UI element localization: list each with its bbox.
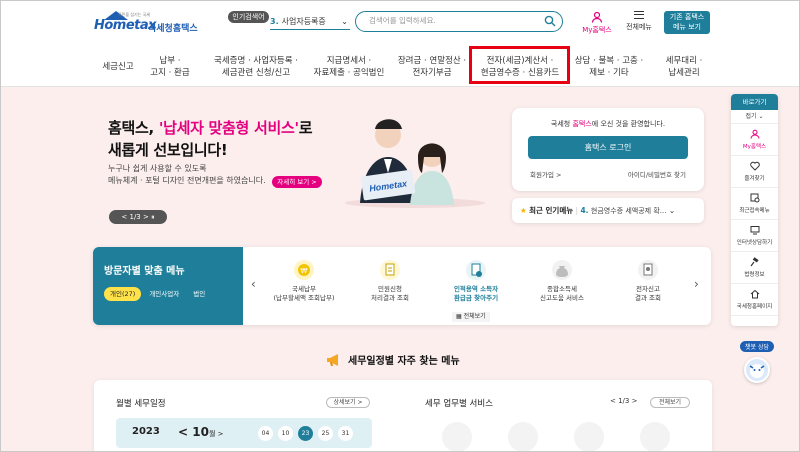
gnb-item-tax-agent[interactable]: 세무대리 · 납세관리: [656, 46, 712, 87]
calendar-day[interactable]: 10: [278, 426, 293, 441]
gnb-item-consult[interactable]: 상담 · 불복 · 고충 · 제보 · 기타: [570, 46, 648, 87]
view-all-button[interactable]: ▦ 전체보기: [452, 312, 490, 322]
popular-menu-bar[interactable]: ★ 최근 인기메뉴 | 4. 현금영수증 세액공제 확... ⌄: [512, 198, 704, 223]
hometax-logo[interactable]: 국민을 섬기는 국세 Hometax 국세청홈택스: [94, 11, 198, 37]
schedule-card: 월별 세무일정 상세보기 > 2023 < 10월 > 04 10 23 25 …: [94, 380, 712, 452]
star-icon: ★: [520, 206, 527, 215]
hamburger-icon: [634, 11, 644, 19]
highlight-box: [469, 46, 570, 84]
work-service-icon[interactable]: [508, 422, 538, 452]
prev-arrow-icon[interactable]: ‹: [251, 277, 256, 291]
service-income-tax-help[interactable]: 종합소득세 신고도움 서비스: [519, 259, 605, 303]
login-links: 회원가입 > 아이디/비밀번호 찾기: [530, 169, 686, 179]
money-bag-icon: [552, 260, 572, 280]
visitor-menu-header: 방문자별 맞춤 메뉴 개인(27) 개인사업자 법인: [93, 247, 243, 325]
hero-more-button[interactable]: 자세히 보기 >: [272, 176, 322, 188]
calendar-day[interactable]: 25: [318, 426, 333, 441]
hero-subtitle: 누구나 쉽게 사용할 수 있도록 메뉴체계 · 포털 디자인 전면개편을 하였습…: [108, 164, 266, 185]
coin-icon: ₩: [294, 260, 314, 280]
search-input[interactable]: 검색어를 입력하세요.: [355, 11, 563, 32]
chatbot-character-icon: [744, 357, 770, 383]
service-civil-petition[interactable]: 민원신청 처리결과 조회: [347, 259, 433, 303]
user-icon: [591, 11, 603, 23]
refund-document-icon: [466, 260, 486, 280]
document-icon: [380, 260, 400, 280]
next-arrow-icon[interactable]: ›: [694, 277, 699, 291]
calendar-day[interactable]: 04: [258, 426, 273, 441]
gnb-item-payment[interactable]: 납부 · 고지 · 환급: [144, 46, 196, 87]
gnb-item-incentive[interactable]: 장려금 · 연말정산 · 전자기부금: [390, 46, 474, 87]
tab-corporation[interactable]: 법인: [187, 287, 211, 301]
search-icon[interactable]: [544, 15, 556, 27]
work-service-title: 세무 업무별 서비스: [425, 399, 493, 409]
chevron-down-icon[interactable]: ⌄: [669, 206, 675, 215]
gnb-item-certificate[interactable]: 국세증명 · 사업자등록 · 세금관련 신청/신고: [200, 46, 312, 87]
quick-law-info[interactable]: 법령정보: [731, 252, 778, 284]
chatbot-button[interactable]: 챗봇 상담: [738, 334, 776, 383]
calendar-day-selected[interactable]: 23: [298, 426, 313, 441]
recent-icon: [750, 193, 759, 203]
all-menu-button[interactable]: 전체메뉴: [622, 11, 656, 32]
user-icon: [750, 129, 759, 139]
hero-title: 홈택스, '납세자 맞춤형 서비스'로 새롭게 선보입니다!: [108, 119, 313, 159]
quick-favorites[interactable]: 즐겨찾기: [731, 156, 778, 188]
quick-online-consult[interactable]: 인터넷상담하기: [731, 220, 778, 252]
gnb-item-tax-report[interactable]: 세금신고: [96, 46, 140, 87]
grid-icon: ▦: [456, 313, 464, 320]
my-hometax-button[interactable]: My홈택스: [582, 11, 612, 35]
visitor-tabs: 개인(27) 개인사업자 법인: [104, 287, 211, 301]
quick-recent-menu[interactable]: 최근접속메뉴: [731, 188, 778, 220]
calendar-month[interactable]: < 10월 >: [178, 425, 223, 439]
work-pager[interactable]: < 1/3 >: [610, 397, 637, 405]
tab-sole-proprietor[interactable]: 개인사업자: [143, 287, 185, 301]
quick-links-fold-button[interactable]: 접기 ⌄: [731, 110, 778, 124]
gavel-icon: [750, 257, 759, 267]
quick-links-panel: 바로가기 접기 ⌄ My홈택스 즐겨찾기 최근접속메뉴 인터넷상담하기 법령정보…: [731, 94, 778, 326]
quick-my-hometax[interactable]: My홈택스: [731, 124, 778, 156]
gnb-item-statement[interactable]: 지급명세서 · 자료제출 · 공익법인: [306, 46, 392, 87]
find-id-link[interactable]: 아이디/비밀번호 찾기: [628, 169, 686, 179]
calendar-day[interactable]: 31: [338, 426, 353, 441]
megaphone-icon: [327, 353, 338, 366]
work-service-icon[interactable]: [640, 422, 670, 452]
visitor-menu-panel: 방문자별 맞춤 메뉴 개인(27) 개인사업자 법인 ‹ › ₩ 국세납부 (납…: [93, 247, 711, 325]
service-e-filing-result[interactable]: 전자신고 결과 조회: [605, 259, 691, 303]
login-button[interactable]: 홈택스 로그인: [528, 136, 688, 159]
calendar-bar: 2023 < 10월 > 04 10 23 25 31: [116, 418, 372, 448]
monthly-schedule-title: 월별 세무일정: [116, 399, 166, 409]
quick-links-title: 바로가기: [731, 94, 778, 110]
svg-text:₩: ₩: [301, 267, 308, 275]
signup-link[interactable]: 회원가입 >: [530, 169, 561, 179]
quick-nts-homepage[interactable]: 국세청홈페이지: [731, 284, 778, 316]
welcome-text: 국세청 홈택스에 오신 것을 환영합니다.: [550, 120, 666, 128]
schedule-detail-button[interactable]: 상세보기 >: [326, 397, 370, 408]
tab-individual[interactable]: 개인(27): [104, 287, 142, 301]
service-tax-payment[interactable]: ₩ 국세납부 (납부할세액 조회납부): [261, 259, 347, 303]
header: 국민을 섬기는 국세 Hometax 국세청홈택스 인기검색어 3. 사업자등록증…: [0, 0, 800, 87]
popular-search-keyword[interactable]: 3. 사업자등록증 ⌄: [270, 13, 350, 30]
hero-people-illustration: Hometax: [345, 119, 485, 208]
hero-pager[interactable]: < 1/3 > ⏸: [109, 210, 167, 224]
work-view-all-button[interactable]: 전체보기: [650, 397, 690, 408]
home-icon: [750, 289, 759, 299]
hometax-logo-icon: 국민을 섬기는 국세 Hometax: [94, 11, 157, 33]
popular-search-badge: 인기검색어: [228, 11, 269, 23]
monitor-icon: [750, 226, 759, 235]
old-hometax-button[interactable]: 기존 홈택스 메뉴 보기: [664, 11, 710, 34]
login-panel: 국세청 홈택스에 오신 것을 환영합니다. 홈택스 로그인 회원가입 > 아이디…: [512, 108, 704, 191]
chevron-down-icon[interactable]: ⌄: [341, 13, 348, 29]
work-service-icon[interactable]: [442, 422, 472, 452]
service-refund-finder[interactable]: 인적용역 소득자 환급금 찾아주기: [433, 259, 519, 303]
e-filing-icon: [638, 260, 658, 280]
heart-icon: [749, 161, 760, 171]
calendar-year: 2023: [132, 426, 160, 437]
main-navigation: 세금신고 납부 · 고지 · 환급 국세증명 · 사업자등록 · 세금관련 신청…: [0, 46, 800, 87]
work-service-icon[interactable]: [574, 422, 604, 452]
section-title: 세무일정별 자주 찾는 메뉴: [326, 352, 460, 367]
